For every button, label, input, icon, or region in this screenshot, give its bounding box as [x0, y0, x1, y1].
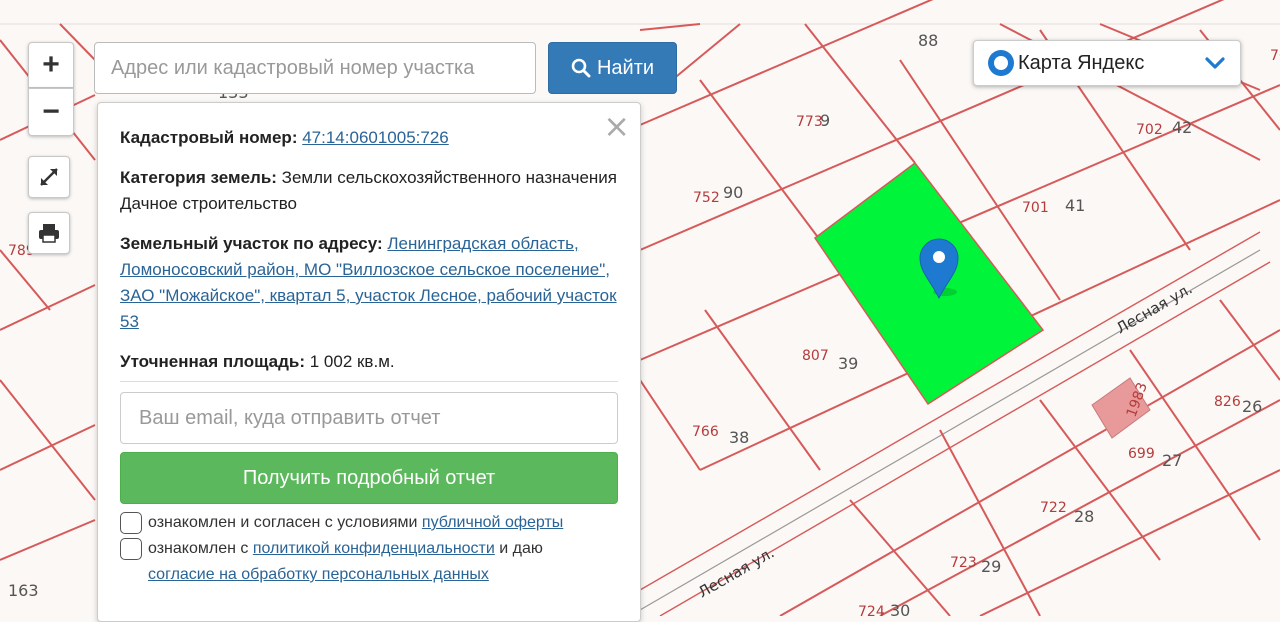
offer-link[interactable]: публичной оферты [422, 514, 563, 531]
privacy-consent-row: ознакомлен с политикой конфиденциальност… [120, 536, 618, 588]
divider [120, 381, 618, 382]
address-row: Земельный участок по адресу: Ленинградск… [120, 231, 618, 335]
plot-number: 30 [890, 601, 910, 616]
plot-cad: 699 [1128, 446, 1155, 462]
plot-number: 42 [1172, 118, 1192, 137]
plot-cad: 76 [1270, 48, 1280, 64]
email-field[interactable] [120, 392, 618, 444]
category-label: Категория земель: [120, 168, 277, 187]
plot-cad: 702 [1136, 122, 1163, 138]
plot-cad: 766 [692, 424, 719, 440]
plot-number: 38 [729, 428, 749, 447]
plot-number: 26 [1242, 397, 1262, 416]
plot-cad: 723 [950, 555, 977, 571]
cadastral-row: Кадастровый номер: 47:14:0601005:726 [120, 125, 618, 151]
consent-text: ознакомлен с [148, 540, 249, 557]
expand-arrows-icon [40, 168, 58, 186]
search-button-label: Найти [596, 56, 655, 79]
radio-selected-icon [988, 50, 1014, 76]
search-icon [571, 58, 591, 78]
zoom-out-button[interactable]: − [28, 88, 74, 136]
plot-cad: 807 [802, 348, 829, 364]
plot-cad: 724 [858, 604, 885, 616]
plot-number: 163 [8, 581, 39, 600]
plot-cad: 773 [796, 114, 823, 130]
print-button[interactable] [28, 212, 70, 254]
plot-cad: 722 [1040, 500, 1067, 516]
plot-number: 28 [1074, 507, 1094, 526]
privacy-policy-link[interactable]: политикой конфиденциальности [253, 540, 495, 557]
layer-label: Карта Яндекс [1018, 51, 1145, 74]
address-label: Земельный участок по адресу: [120, 234, 383, 253]
consent-text: ознакомлен с политикой конфиденциальност… [148, 536, 543, 588]
plot-number: 9 [820, 111, 830, 130]
parcel-info-popup: × Кадастровый номер: 47:14:0601005:726 К… [97, 102, 641, 622]
plot-number: 88 [918, 31, 938, 50]
area-value: 1 002 кв.м. [309, 352, 395, 371]
offer-consent-row: ознакомлен и согласен с условиями публич… [120, 510, 618, 536]
printer-icon [39, 224, 59, 243]
category-row: Категория земель: Земли сельскохозяйстве… [120, 165, 618, 217]
plot-number: 41 [1065, 196, 1085, 215]
consent-text: ознакомлен и согласен с условиями публич… [148, 510, 563, 536]
plot-number: 29 [981, 557, 1001, 576]
cadastral-label: Кадастровый номер: [120, 128, 298, 147]
plot-number: 39 [838, 354, 858, 373]
category-value: Земли сельскохозяйственного назначения [281, 168, 617, 187]
offer-consent-checkbox[interactable] [120, 512, 142, 534]
privacy-consent-checkbox[interactable] [120, 538, 142, 560]
usage-value: Дачное строительство [120, 194, 298, 213]
get-report-button[interactable]: Получить подробный отчет [120, 452, 618, 504]
area-label: Уточненная площадь: [120, 352, 305, 371]
cadastral-number-link[interactable]: 47:14:0601005:726 [302, 128, 449, 147]
close-icon[interactable]: × [603, 110, 630, 142]
consent-text: ознакомлен и согласен с условиями [148, 514, 418, 531]
plot-number: 27 [1162, 451, 1182, 470]
area-row: Уточненная площадь: 1 002 кв.м. [120, 349, 618, 375]
plot-cad: 701 [1022, 200, 1049, 216]
plot-cad: 752 [693, 190, 720, 206]
chevron-down-icon [1205, 57, 1225, 69]
fullscreen-button[interactable] [28, 156, 70, 198]
map-layer-select[interactable]: Карта Яндекс [973, 40, 1241, 86]
search-input[interactable] [94, 42, 536, 94]
zoom-in-button[interactable]: + [28, 42, 74, 88]
personal-data-consent-link[interactable]: согласие на обработку персональных данны… [148, 566, 489, 583]
search-button[interactable]: Найти [548, 42, 677, 94]
plot-number: 90 [723, 183, 743, 202]
plot-cad: 826 [1214, 394, 1241, 410]
consent-text: и даю [499, 540, 543, 557]
